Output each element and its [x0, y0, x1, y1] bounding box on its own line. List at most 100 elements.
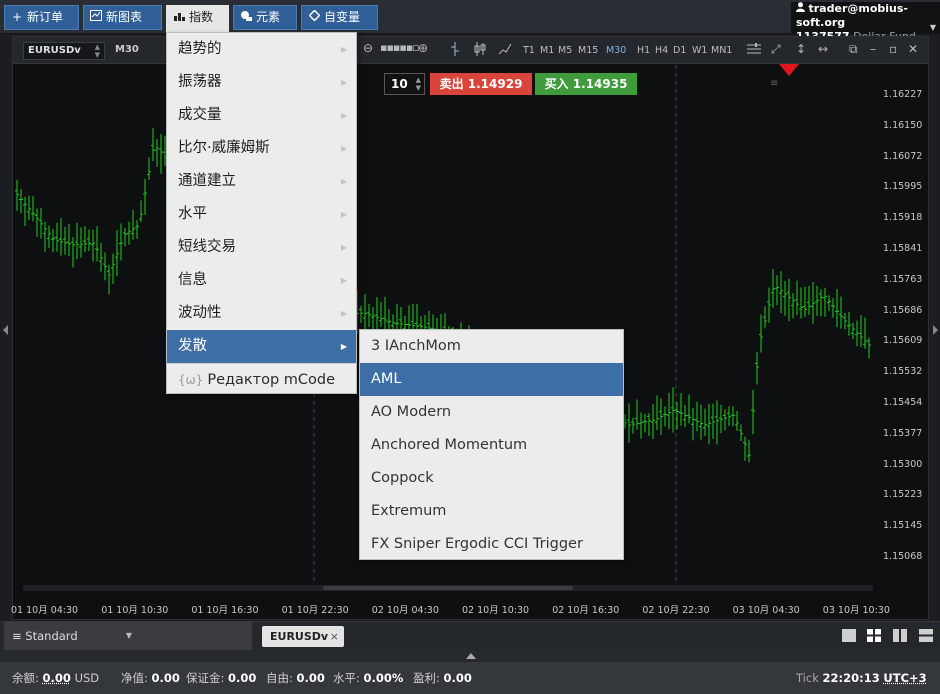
price-bar [63, 226, 67, 255]
scroll-thumb[interactable] [323, 586, 573, 590]
layout-rows-icon[interactable] [919, 629, 933, 642]
price-bar [35, 208, 39, 237]
divergence-indicator-item[interactable]: AO Modern [360, 396, 623, 429]
sell-button[interactable]: 卖出 1.14929 [430, 73, 532, 95]
right-panel-arrow-icon[interactable] [933, 325, 938, 335]
left-panel-arrow-icon[interactable] [3, 325, 8, 335]
timezone-selector[interactable]: UTC+3 [883, 671, 926, 685]
lot-stepper-icon[interactable]: ▲ ▼ [416, 76, 421, 92]
balance-value[interactable]: 0.00 [43, 671, 71, 685]
indicator-category-label: 信息 [178, 272, 207, 288]
new-chart-button[interactable]: 新图表 [83, 5, 162, 30]
indicators-button[interactable]: 指数 [166, 5, 229, 34]
layout-columns-icon[interactable] [893, 629, 907, 642]
price-bar [103, 252, 107, 281]
zoom-in-icon[interactable]: ⊕ [418, 41, 428, 55]
divergence-indicator-item[interactable]: 3 IAnchMom [360, 330, 623, 363]
autoscale-icon[interactable]: ⤢ [771, 42, 781, 57]
close-chart-icon[interactable]: ✕ [908, 42, 918, 56]
bar-type-icon[interactable] [450, 42, 460, 59]
divergence-indicator-item[interactable]: FX Sniper Ergodic CCI Trigger [360, 528, 623, 561]
margin-level-item: 水平: 0.00% [333, 671, 404, 685]
submenu-arrow-icon: ▶ [340, 78, 347, 87]
timeframe-mn1[interactable]: MN1 [711, 45, 732, 56]
indicator-category-item[interactable]: 趋势的 ▶ [167, 33, 356, 66]
minimize-icon[interactable]: – [870, 42, 876, 56]
timeframe-m30[interactable]: M30 [606, 45, 626, 56]
zoom-out-icon[interactable]: ⊖ [363, 41, 373, 55]
indicator-category-label: 振荡器 [178, 74, 222, 90]
price-bar [155, 139, 159, 167]
price-bar [799, 287, 803, 319]
indicator-category-item[interactable]: 信息 ▶ [167, 264, 356, 297]
layout-single-icon[interactable] [842, 629, 856, 642]
price-bar [843, 312, 847, 330]
price-bar [739, 424, 743, 441]
price-bar [135, 220, 139, 239]
indicator-category-item[interactable]: 通道建立 ▶ [167, 165, 356, 198]
bottom-tab-bar: ≡ Standard ▼ EURUSDv × [0, 621, 940, 650]
price-bar [91, 229, 95, 262]
timeframe-m5[interactable]: M5 [558, 45, 572, 56]
timeframe-m1[interactable]: M1 [540, 45, 554, 56]
layout-grid-icon[interactable] [867, 629, 881, 642]
elements-button[interactable]: 元素 [233, 5, 297, 30]
price-bar [863, 317, 867, 349]
time-label: 02 10月 16:30 [552, 605, 620, 616]
indicator-category-item[interactable]: 水平 ▶ [167, 198, 356, 231]
submenu-arrow-icon: ▶ [340, 309, 347, 318]
account-dropdown-icon[interactable]: ▼ [930, 21, 936, 35]
price-label: 1.15377 [883, 427, 923, 439]
submenu-arrow-icon: ▶ [340, 177, 347, 186]
chart-tab[interactable]: EURUSDv × [262, 626, 344, 647]
timeframe-h1[interactable]: H1 [637, 45, 650, 56]
timeframe-t1[interactable]: T1 [523, 45, 535, 56]
price-bar [791, 293, 795, 319]
account-selector[interactable]: trader@mobius-soft.org 1137577 Dollar Fu… [791, 2, 940, 43]
lot-input[interactable]: 10 ▲ ▼ [384, 73, 425, 95]
indicator-category-item[interactable]: 比尔·威廉姆斯 ▶ [167, 132, 356, 165]
margin-item: 保证金: 0.00 [186, 671, 257, 685]
workspace-selector[interactable]: ≡ Standard ▼ [4, 622, 252, 650]
expand-panel-icon[interactable] [466, 653, 476, 659]
maximize-icon[interactable]: ▫ [889, 42, 897, 56]
divergence-indicator-item[interactable]: Extremum [360, 495, 623, 528]
price-bar [39, 207, 43, 239]
indicator-category-item[interactable]: 短线交易 ▶ [167, 231, 356, 264]
candles-icon[interactable] [474, 42, 486, 59]
symbol-selector[interactable]: EURUSDv ▲ ▼ [23, 42, 105, 60]
divergence-indicator-item[interactable]: Coppock [360, 462, 623, 495]
buy-button[interactable]: 买入 1.14935 [535, 73, 637, 95]
new-order-button[interactable]: + 新订单 [4, 5, 79, 30]
indicator-category-item[interactable]: 发散 ▶ [167, 330, 356, 363]
price-bar [703, 408, 707, 436]
line-chart-icon[interactable] [498, 42, 512, 59]
chart-settings-icon[interactable] [747, 42, 761, 58]
price-bar [815, 285, 819, 316]
vertical-scale-icon[interactable]: ↕ [796, 42, 806, 56]
timeframe-m15[interactable]: M15 [578, 45, 598, 56]
zoom-slider[interactable]: ▪▪▪▪▪▫ [380, 41, 420, 54]
price-bar [115, 230, 119, 277]
chart-menu-icon[interactable]: ≡ [770, 78, 778, 89]
chart-marker-icon[interactable] [779, 64, 799, 76]
divergence-indicator-item[interactable]: AML [360, 363, 623, 396]
indicator-category-item[interactable]: 成交量 ▶ [167, 99, 356, 132]
close-tab-icon[interactable]: × [330, 626, 339, 647]
indicator-category-item[interactable]: 振荡器 ▶ [167, 66, 356, 99]
timeframe-w1[interactable]: W1 [692, 45, 707, 56]
indicator-category-item[interactable]: 波动性 ▶ [167, 297, 356, 330]
chart-scrollbar[interactable] [23, 585, 873, 591]
divergence-indicator-item[interactable]: Anchored Momentum [360, 429, 623, 462]
horizontal-scale-icon[interactable]: ↔ [818, 42, 828, 56]
panel-splitter[interactable] [0, 650, 940, 662]
bar-chart-icon [172, 6, 186, 29]
variables-button[interactable]: 自变量 [301, 5, 378, 30]
price-bar [631, 417, 635, 434]
mcode-editor-item[interactable]: {ω} Редактор mCode [167, 363, 356, 396]
detach-icon[interactable]: ⧉ [849, 42, 858, 57]
timeframe-d1[interactable]: D1 [673, 45, 686, 56]
timeframe-h4[interactable]: H4 [655, 45, 668, 56]
price-bar [779, 271, 783, 314]
price-label: 1.15223 [883, 489, 923, 501]
